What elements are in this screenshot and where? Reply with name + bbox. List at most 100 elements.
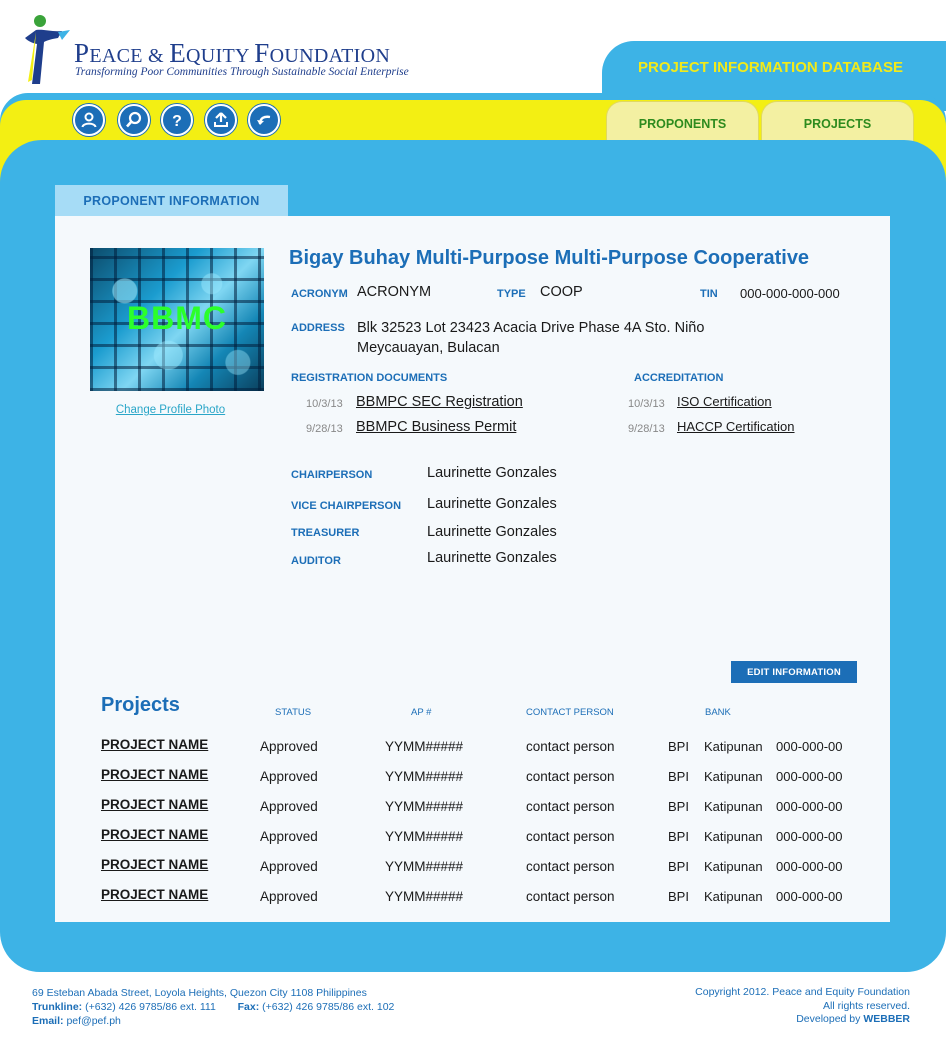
project-contact-person: contact person xyxy=(526,739,615,754)
change-profile-photo-link[interactable]: Change Profile Photo xyxy=(90,404,251,416)
table-row: PROJECT NAME Approved YYMM##### contact per… xyxy=(0,887,946,918)
project-account-number: 000-000-00 xyxy=(776,739,843,754)
project-name-link[interactable]: PROJECT NAME xyxy=(101,737,208,752)
address-label: ADDRESS xyxy=(291,322,345,334)
address-line-1: Blk 32523 Lot 23423 Acacia Drive Phase 4… xyxy=(357,320,705,336)
tin-label: TIN xyxy=(700,288,718,300)
column-header-status: STATUS xyxy=(275,707,312,718)
project-name-link[interactable]: PROJECT NAME xyxy=(101,857,208,872)
project-account-number: 000-000-00 xyxy=(776,829,843,844)
project-name-link[interactable]: PROJECT NAME xyxy=(101,887,208,902)
trunkline-label: Trunkline: xyxy=(32,1001,83,1013)
project-status: Approved xyxy=(260,799,318,814)
project-status: Approved xyxy=(260,769,318,784)
address-line-2: Meycauayan, Bulacan xyxy=(357,340,500,356)
foundation-logo xyxy=(22,14,74,86)
officer-name: Laurinette Gonzales xyxy=(427,496,557,512)
officer-role: VICE CHAIRPERSON xyxy=(291,500,402,512)
search-button[interactable] xyxy=(118,104,150,136)
accreditation-label: ACCREDITATION xyxy=(634,372,724,384)
accreditation-link-iso[interactable]: ISO Certification xyxy=(677,394,772,409)
accreditation-date: 10/3/13 xyxy=(628,398,665,410)
project-contact-person: contact person xyxy=(526,829,615,844)
reg-doc-link-permit[interactable]: BBMPC Business Permit xyxy=(356,419,516,435)
svg-text:?: ? xyxy=(172,113,182,130)
footer-address: 69 Esteban Abada Street, Loyola Heights,… xyxy=(32,987,367,999)
tab-projects[interactable]: PROJECTS xyxy=(761,101,914,145)
table-row: PROJECT NAME Approved YYMM##### contact per… xyxy=(0,797,946,828)
user-icon xyxy=(81,112,97,128)
registration-documents-label: REGISTRATION DOCUMENTS xyxy=(291,372,448,384)
footer-phone-line: Trunkline: (+632) 426 9785/86 ext. 111 F… xyxy=(32,1000,394,1014)
project-bank-branch: Katipunan xyxy=(704,799,763,814)
profile-photo-text: BBMC xyxy=(127,300,227,336)
officer-name: Laurinette Gonzales xyxy=(427,550,557,566)
upload-icon xyxy=(214,112,228,127)
brand-tagline: Transforming Poor Communities Through Su… xyxy=(75,66,409,78)
footer-contact: 69 Esteban Abada Street, Loyola Heights,… xyxy=(32,986,394,1028)
officer-role: AUDITOR xyxy=(291,555,341,567)
project-status: Approved xyxy=(260,889,318,904)
project-bank: BPI xyxy=(668,859,689,874)
search-icon xyxy=(126,111,142,128)
reg-doc-date: 9/28/13 xyxy=(306,423,343,435)
footer-email-line: Email: pef@pef.ph xyxy=(32,1014,394,1028)
column-header-bank: BANK xyxy=(705,707,731,718)
project-ap-number: YYMM##### xyxy=(385,799,464,814)
project-ap-number: YYMM##### xyxy=(385,859,464,874)
proponent-name: Bigay Buhay Multi-Purpose Multi-Purpose … xyxy=(289,247,810,269)
table-row: PROJECT NAME Approved YYMM##### contact per… xyxy=(0,857,946,888)
project-status: Approved xyxy=(260,739,318,754)
project-bank-branch: Katipunan xyxy=(704,829,763,844)
officer-role: TREASURER xyxy=(291,527,360,539)
rights-text: All rights reserved. xyxy=(823,999,910,1012)
column-header-contact-person: CONTACT PERSON xyxy=(526,707,614,718)
reg-doc-link-sec[interactable]: BBMPC SEC Registration xyxy=(356,394,523,410)
back-icon xyxy=(257,115,271,125)
tin-value: 000-000-000-000 xyxy=(740,286,840,301)
project-name-link[interactable]: PROJECT NAME xyxy=(101,767,208,782)
reg-doc-date: 10/3/13 xyxy=(306,398,343,410)
project-name-link[interactable]: PROJECT NAME xyxy=(101,827,208,842)
officer-role: CHAIRPERSON xyxy=(291,469,373,481)
accreditation-link-haccp[interactable]: HACCP Certification xyxy=(677,419,795,434)
edit-information-button[interactable]: EDIT INFORMATION xyxy=(731,661,857,683)
back-button[interactable] xyxy=(248,104,280,136)
table-row: PROJECT NAME Approved YYMM##### contact per… xyxy=(0,767,946,798)
acronym-value: ACRONYM xyxy=(357,284,432,300)
developed-by-label: Developed by xyxy=(796,1013,861,1025)
email-value[interactable]: pef@pef.ph xyxy=(66,1015,120,1027)
column-header-ap: AP # xyxy=(411,707,432,718)
database-title: PROJECT INFORMATION DATABASE xyxy=(638,59,903,76)
tab-proponents[interactable]: PROPONENTS xyxy=(606,101,759,145)
project-bank: BPI xyxy=(668,739,689,754)
project-bank: BPI xyxy=(668,889,689,904)
project-ap-number: YYMM##### xyxy=(385,769,464,784)
project-bank: BPI xyxy=(668,829,689,844)
developer-name[interactable]: WEBBER xyxy=(863,1013,910,1025)
project-status: Approved xyxy=(260,829,318,844)
acronym-label: ACRONYM xyxy=(291,288,348,300)
project-bank-branch: Katipunan xyxy=(704,889,763,904)
projects-title: Projects xyxy=(101,694,180,716)
help-button[interactable]: ? xyxy=(161,104,193,136)
help-icon: ? xyxy=(172,113,182,130)
section-tab-proponent-information: PROPONENT INFORMATION xyxy=(55,185,288,216)
officer-name: Laurinette Gonzales xyxy=(427,524,557,540)
project-account-number: 000-000-00 xyxy=(776,769,843,784)
project-contact-person: contact person xyxy=(526,859,615,874)
trunkline-value: (+632) 426 9785/86 ext. 111 xyxy=(85,1001,216,1013)
profile-photo: BBMC xyxy=(90,248,264,391)
project-bank: BPI xyxy=(668,799,689,814)
project-account-number: 000-000-00 xyxy=(776,859,843,874)
type-value: COOP xyxy=(540,284,583,300)
project-contact-person: contact person xyxy=(526,889,615,904)
copyright-text: Copyright 2012. Peace and Equity Foundat… xyxy=(695,986,910,998)
fax-value: (+632) 426 9785/86 ext. 102 xyxy=(262,1001,395,1013)
project-name-link[interactable]: PROJECT NAME xyxy=(101,797,208,812)
brand-name: PEACE & EQUITY FOUNDATION xyxy=(74,38,391,68)
project-contact-person: contact person xyxy=(526,769,615,784)
user-profile-button[interactable] xyxy=(73,104,105,136)
upload-button[interactable] xyxy=(205,104,237,136)
type-label: TYPE xyxy=(497,288,526,300)
